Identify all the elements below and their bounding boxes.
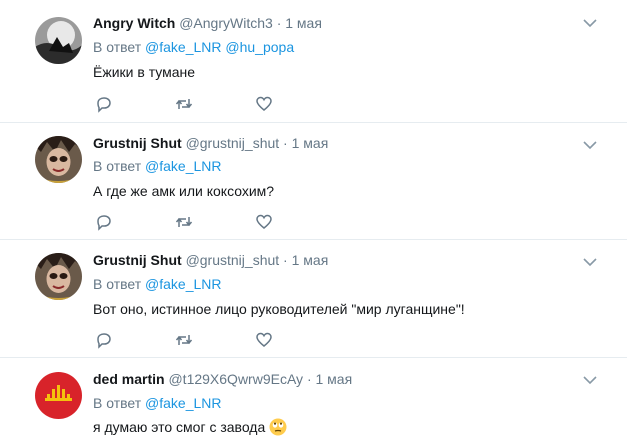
display-name[interactable]: ded martin (93, 371, 165, 387)
mention-link[interactable]: @hu_popa (225, 39, 294, 55)
avatar[interactable] (35, 17, 82, 64)
separator-dot: · (306, 371, 312, 387)
mention-link[interactable]: @fake_LNR (145, 39, 221, 55)
heart-icon[interactable] (255, 95, 273, 113)
mention-link[interactable]: @fake_LNR (145, 395, 221, 411)
timestamp[interactable]: 1 мая (316, 371, 353, 387)
tweet-header: ded martin @t129X6Qwrw9EcAy · 1 мая (93, 370, 352, 388)
retweet-icon[interactable] (175, 95, 193, 113)
reply-context: В ответ @fake_LNR (93, 157, 222, 175)
separator-dot: · (283, 135, 288, 151)
tweet-text: А где же амк или коксохим? (93, 183, 275, 199)
separator-dot: · (283, 252, 288, 268)
reply-prefix: В ответ (93, 276, 142, 292)
reply-icon[interactable] (95, 95, 113, 113)
heart-icon[interactable] (255, 213, 273, 231)
tweet-text: Ёжики в тумане (93, 64, 196, 80)
tweet-text: я думаю это смог с завода (93, 419, 266, 435)
display-name[interactable]: Grustnij Shut (93, 135, 182, 151)
reply-prefix: В ответ (93, 158, 142, 174)
tweet-header: Grustnij Shut @grustnij_shut · 1 мая (93, 251, 328, 269)
timestamp[interactable]: 1 мая (292, 135, 329, 151)
reply-icon[interactable] (95, 331, 113, 349)
timestamp[interactable]: 1 мая (292, 252, 329, 268)
user-handle[interactable]: @t129X6Qwrw9EcAy (168, 371, 303, 387)
tweet[interactable]: ded martin @t129X6Qwrw9EcAy · 1 мая В от… (0, 358, 627, 448)
user-handle[interactable]: @AngryWitch3 (179, 15, 273, 31)
avatar[interactable] (35, 372, 82, 419)
reply-context: В ответ @fake_LNR (93, 394, 222, 412)
tweet-feed: Angry Witch @AngryWitch3 · 1 мая В ответ… (0, 0, 627, 448)
avatar[interactable] (35, 136, 82, 183)
user-handle[interactable]: @grustnij_shut (186, 135, 280, 151)
timestamp[interactable]: 1 мая (285, 15, 322, 31)
mention-link[interactable]: @fake_LNR (145, 276, 221, 292)
reply-icon[interactable] (95, 213, 113, 231)
reply-prefix: В ответ (93, 395, 142, 411)
reply-prefix: В ответ (93, 39, 142, 55)
chevron-down-icon[interactable] (583, 140, 597, 150)
mention-link[interactable]: @fake_LNR (145, 158, 221, 174)
chevron-down-icon[interactable] (583, 18, 597, 28)
tweet-text: Вот оно, истинное лицо руководителей "ми… (93, 301, 465, 317)
tweet-header: Angry Witch @AngryWitch3 · 1 мая (93, 14, 322, 32)
retweet-icon[interactable] (175, 331, 193, 349)
separator-dot: · (276, 15, 282, 31)
retweet-icon[interactable] (175, 213, 193, 231)
tweet[interactable]: Angry Witch @AngryWitch3 · 1 мая В ответ… (0, 0, 627, 123)
display-name[interactable]: Angry Witch (93, 15, 175, 31)
tweet-header: Grustnij Shut @grustnij_shut · 1 мая (93, 134, 328, 152)
display-name[interactable]: Grustnij Shut (93, 252, 182, 268)
tweet-text-row: я думаю это смог с завода (93, 418, 287, 436)
chevron-down-icon[interactable] (583, 257, 597, 267)
tweet[interactable]: Grustnij Shut @grustnij_shut · 1 мая В о… (0, 240, 627, 358)
rolling-eyes-emoji-icon (269, 418, 287, 436)
user-handle[interactable]: @grustnij_shut (186, 252, 280, 268)
chevron-down-icon[interactable] (583, 375, 597, 385)
reply-context: В ответ @fake_LNR @hu_popa (93, 38, 294, 56)
avatar[interactable] (35, 253, 82, 300)
reply-context: В ответ @fake_LNR (93, 275, 222, 293)
heart-icon[interactable] (255, 331, 273, 349)
tweet[interactable]: Grustnij Shut @grustnij_shut · 1 мая В о… (0, 123, 627, 240)
